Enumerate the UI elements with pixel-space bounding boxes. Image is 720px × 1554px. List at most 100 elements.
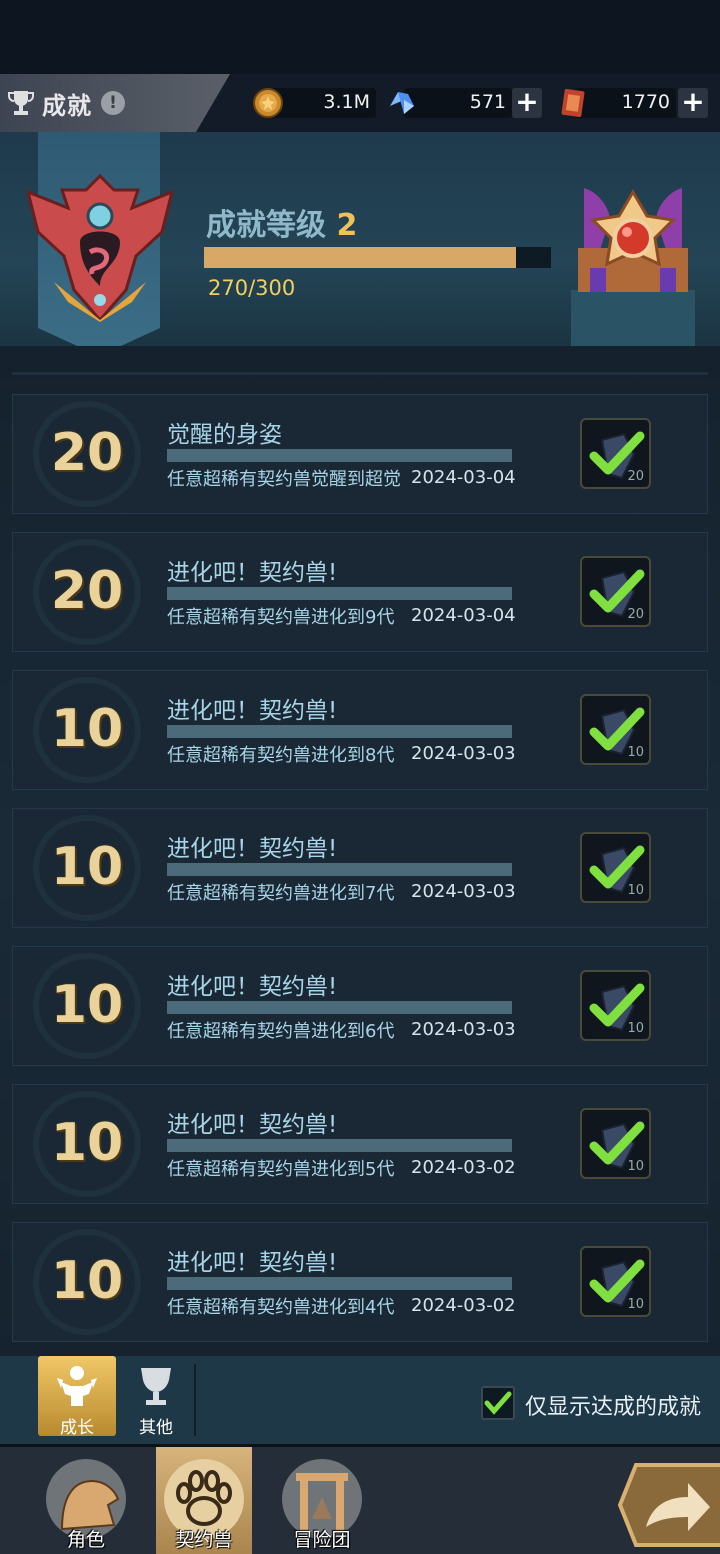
tab-divider bbox=[194, 1364, 196, 1436]
achievement-reward-icon[interactable]: 10 bbox=[580, 694, 651, 765]
level-progress-text: 270/300 bbox=[208, 276, 296, 300]
nav-adventure-team[interactable]: 冒险团 bbox=[274, 1447, 370, 1554]
achievement-points: 10 bbox=[50, 1251, 124, 1311]
achievement-date: 2024-03-03 bbox=[411, 743, 516, 764]
nav-beast-label: 契约兽 bbox=[175, 1529, 233, 1551]
crystal-icon bbox=[390, 92, 414, 114]
tab-growth[interactable]: 成长 bbox=[38, 1356, 116, 1438]
page-title: 成就 bbox=[42, 92, 92, 120]
achievement-name: 进化吧！契约兽! bbox=[167, 1250, 338, 1276]
nav-beast[interactable]: 契约兽 bbox=[156, 1447, 252, 1554]
ticket-value: 1770 bbox=[621, 91, 670, 113]
level-number: 2 bbox=[336, 208, 358, 243]
achievement-date: 2024-03-04 bbox=[411, 467, 516, 488]
nav-character[interactable]: 角色 bbox=[38, 1447, 134, 1554]
achievement-points: 10 bbox=[50, 975, 124, 1035]
achievement-name: 进化吧！契约兽! bbox=[167, 560, 338, 586]
tab-other-label: 其他 bbox=[139, 1418, 173, 1438]
goblet-icon bbox=[141, 1368, 171, 1405]
achievement-name: 进化吧！契约兽! bbox=[167, 974, 338, 1000]
show-completed-checkbox[interactable] bbox=[481, 1386, 515, 1420]
currency-ticket: 1770 + bbox=[558, 88, 708, 118]
add-ticket-button[interactable]: + bbox=[678, 88, 708, 118]
achievement-name: 进化吧！契约兽! bbox=[167, 836, 338, 862]
top-bar: 成就 ! 3.1M 571 + 1770 + bbox=[0, 74, 720, 132]
achievement-points: 10 bbox=[50, 699, 124, 759]
reward-count: 20 bbox=[627, 469, 644, 484]
level-label: 成就等级 bbox=[206, 208, 326, 243]
reward-count: 20 bbox=[627, 607, 644, 622]
add-crystal-button[interactable]: + bbox=[512, 88, 542, 118]
crystal-value: 571 bbox=[469, 91, 506, 113]
achievement-date: 2024-03-02 bbox=[411, 1295, 516, 1316]
nav-adventure-label: 冒险团 bbox=[293, 1529, 351, 1551]
growth-icon bbox=[57, 1366, 97, 1406]
level-progress-bar bbox=[204, 247, 551, 268]
reward-count: 10 bbox=[627, 1159, 644, 1174]
achievement-desc: 任意超稀有契约兽觉醒到超觉 bbox=[167, 469, 401, 490]
achievement-progress-bar bbox=[167, 725, 512, 738]
achievement-reward-icon[interactable]: 20 bbox=[580, 418, 651, 489]
achievement-reward-icon[interactable]: 10 bbox=[580, 1108, 651, 1179]
achievement-progress-bar bbox=[167, 587, 512, 600]
achievement-points: 10 bbox=[50, 837, 124, 897]
reward-count: 10 bbox=[627, 745, 644, 760]
level-progress-fill bbox=[204, 247, 517, 268]
nav-character-label: 角色 bbox=[66, 1529, 105, 1551]
achievement-progress-bar bbox=[167, 1139, 512, 1152]
achievement-progress-bar bbox=[167, 863, 512, 876]
reward-count: 10 bbox=[627, 1297, 644, 1312]
check-icon bbox=[484, 1391, 512, 1415]
achievement-desc: 任意超稀有契约兽进化到9代 bbox=[167, 607, 395, 628]
achievement-row[interactable]: 10 进化吧！契约兽! 任意超稀有契约兽进化到8代 2024-03-03 10 bbox=[12, 670, 708, 790]
gold-value: 3.1M bbox=[323, 91, 370, 113]
achievement-row[interactable]: 10 进化吧！契约兽! 任意超稀有契约兽进化到5代 2024-03-02 10 bbox=[12, 1084, 708, 1204]
achievement-reward-icon[interactable]: 20 bbox=[580, 556, 651, 627]
list-divider bbox=[12, 372, 708, 375]
achievement-reward-icon[interactable]: 10 bbox=[580, 832, 651, 903]
currency-crystal: 571 + bbox=[386, 88, 544, 118]
currency-gold: 3.1M bbox=[252, 88, 376, 118]
rank-emblem-icon bbox=[25, 173, 175, 323]
achievement-name: 觉醒的身姿 bbox=[167, 422, 282, 448]
achievement-date: 2024-03-03 bbox=[411, 1019, 516, 1040]
achievement-desc: 任意超稀有契约兽进化到7代 bbox=[167, 883, 395, 904]
achievement-row[interactable]: 10 进化吧！契约兽! 任意超稀有契约兽进化到6代 2024-03-03 10 bbox=[12, 946, 708, 1066]
tab-growth-label: 成长 bbox=[60, 1418, 94, 1438]
title-plate: 成就 ! bbox=[0, 74, 230, 132]
info-icon[interactable]: ! bbox=[101, 91, 125, 115]
achievement-desc: 任意超稀有契约兽进化到4代 bbox=[167, 1297, 395, 1318]
achievement-progress-bar bbox=[167, 1277, 512, 1290]
achievement-date: 2024-03-02 bbox=[411, 1157, 516, 1178]
achievement-desc: 任意超稀有契约兽进化到6代 bbox=[167, 1021, 395, 1042]
trophy-icon bbox=[8, 91, 34, 115]
achievement-date: 2024-03-04 bbox=[411, 605, 516, 626]
achievement-row[interactable]: 20 进化吧！契约兽! 任意超稀有契约兽进化到9代 2024-03-04 20 bbox=[12, 532, 708, 652]
gold-coin-icon bbox=[253, 88, 283, 118]
achievement-date: 2024-03-03 bbox=[411, 881, 516, 902]
show-completed-label[interactable]: 仅显示达成的成就 bbox=[525, 1389, 701, 1421]
achievement-progress-bar bbox=[167, 1001, 512, 1014]
achievement-name: 进化吧！契约兽! bbox=[167, 1112, 338, 1138]
achievement-row[interactable]: 20 觉醒的身姿任意超稀有契约兽觉醒到超觉 2024-03-04 20 bbox=[12, 394, 708, 514]
achievement-points: 10 bbox=[50, 1113, 124, 1173]
reward-count: 10 bbox=[627, 1021, 644, 1036]
bottom-nav: 角色 契约兽 冒险团 bbox=[0, 1444, 720, 1554]
level-title: 成就等级 2 bbox=[206, 200, 357, 244]
next-rank-reward-icon[interactable] bbox=[570, 178, 696, 300]
achievement-points: 20 bbox=[50, 423, 124, 483]
achievement-desc: 任意超稀有契约兽进化到8代 bbox=[167, 745, 395, 766]
achievement-reward-icon[interactable]: 10 bbox=[580, 1246, 651, 1317]
achievement-row[interactable]: 10 进化吧！契约兽! 任意超稀有契约兽进化到4代 2024-03-02 10 bbox=[12, 1222, 708, 1342]
arrow-button-icon[interactable] bbox=[616, 1457, 720, 1553]
achievement-name: 进化吧！契约兽! bbox=[167, 698, 338, 724]
reward-count: 10 bbox=[627, 883, 644, 898]
achievement-points: 20 bbox=[50, 561, 124, 621]
tab-other[interactable]: 其他 bbox=[118, 1356, 194, 1438]
ticket-icon bbox=[561, 88, 585, 118]
category-tabbar: 成长 其他 仅显示达成的成就 bbox=[0, 1356, 720, 1444]
achievement-desc: 任意超稀有契约兽进化到5代 bbox=[167, 1159, 395, 1180]
achievement-row[interactable]: 10 进化吧！契约兽! 任意超稀有契约兽进化到7代 2024-03-03 10 bbox=[12, 808, 708, 928]
achievement-progress-bar bbox=[167, 449, 512, 462]
achievement-reward-icon[interactable]: 10 bbox=[580, 970, 651, 1041]
